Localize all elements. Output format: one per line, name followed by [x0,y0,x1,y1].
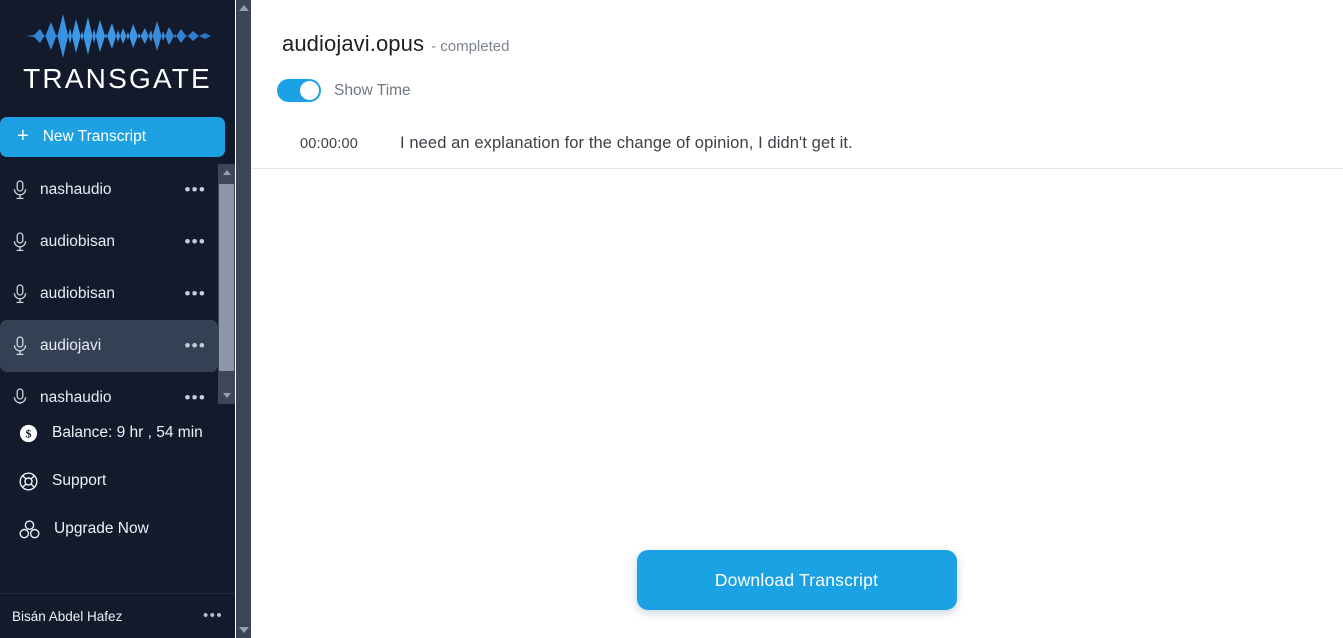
user-menu-icon[interactable]: ••• [203,608,223,623]
sidebar-nav-label: Balance: 9 hr , 54 min [52,424,203,441]
user-name: Bisán Abdel Hafez [12,608,123,624]
audio-waveform-icon [25,14,211,58]
microphone-icon [13,232,27,252]
sidebar-nav-item[interactable]: Upgrade Now [0,505,235,553]
microphone-icon [13,336,27,356]
sidebar-nav-label: Support [52,472,107,489]
page-title: audiojavi.opus [282,31,425,56]
transcript-list: nashaudio ••• audiobisan ••• audiobisan ••• au… [0,164,218,404]
show-time-toggle[interactable] [277,79,321,102]
transcript-list-container: nashaudio ••• audiobisan ••• audiobisan ••• au… [0,164,235,404]
transcript-item-menu-icon[interactable]: ••• [185,285,218,302]
transcript-item-menu-icon[interactable]: ••• [185,337,218,354]
transcript-list-scrollbar[interactable] [218,164,235,404]
transcript-line-time: 00:00:00 [300,136,359,152]
transcript-list-item[interactable]: nashaudio ••• [0,164,218,216]
scroll-up-arrow-icon[interactable] [218,164,235,181]
transcript-list-item[interactable]: audiobisan ••• [0,216,218,268]
transcript-body: 00:00:00 I need an explanation for the ch… [250,134,1343,169]
user-account-row[interactable]: Bisán Abdel Hafez ••• [0,593,235,638]
page-scrollbar[interactable] [236,0,251,638]
page-scroll-up-arrow-icon[interactable] [236,0,251,16]
transcript-list-item[interactable]: nashaudio ••• [0,372,218,404]
download-transcript-button[interactable]: Download Transcript [636,550,957,610]
microphone-icon [13,388,27,404]
main-content: audiojavi.opus - completed Show Time 00:… [250,0,1343,638]
transcript-line-text: I need an explanation for the change of … [400,134,853,152]
brand-header: TRANSGATE [0,0,235,100]
sidebar-nav-label: Upgrade Now [54,520,149,537]
download-area: Download Transcript [250,550,1343,610]
plus-icon: + [17,125,29,147]
document-header: audiojavi.opus - completed [250,0,1343,57]
transcript-item-menu-icon[interactable]: ••• [185,389,218,404]
sidebar-nav-item[interactable]: Support [0,457,235,505]
status-badge: - completed [431,38,510,55]
transcript-list-item[interactable]: audiobisan ••• [0,268,218,320]
upgrade-blocks-icon [19,519,40,538]
sidebar-nav: $ Balance: 9 hr , 54 min Support Upgrade No… [0,409,235,553]
transcript-item-menu-icon[interactable]: ••• [185,233,218,250]
app-root: TRANSGATE + New Transcript nashaudio ••• a… [0,0,1343,638]
brand-name: TRANSGATE [23,63,212,94]
new-transcript-button[interactable]: + New Transcript [0,117,225,157]
transcript-line[interactable]: 00:00:00 I need an explanation for the ch… [250,134,1343,153]
microphone-icon [13,284,27,304]
scrollbar-thumb[interactable] [219,184,234,371]
show-time-row: Show Time [250,57,1343,102]
transcript-list-item[interactable]: audiojavi ••• [0,320,218,372]
transcript-item-label: nashaudio [40,181,112,198]
lifebuoy-icon [19,471,38,491]
transcript-item-menu-icon[interactable]: ••• [185,181,218,198]
page-scroll-down-arrow-icon[interactable] [236,622,251,638]
dollar-coin-icon: $ [19,424,38,442]
svg-text:$: $ [26,426,32,440]
sidebar-nav-item[interactable]: $ Balance: 9 hr , 54 min [0,409,235,457]
transcript-item-label: audiojavi [40,337,102,354]
new-transcript-label: New Transcript [42,128,147,145]
transcript-item-label: nashaudio [40,389,112,404]
toggle-knob [300,81,319,100]
sidebar: TRANSGATE + New Transcript nashaudio ••• a… [0,0,235,638]
transcript-item-label: audiobisan [40,285,115,302]
transcript-item-label: audiobisan [40,233,115,250]
scroll-down-arrow-icon[interactable] [218,387,235,404]
show-time-label: Show Time [334,81,411,99]
microphone-icon [13,180,27,200]
